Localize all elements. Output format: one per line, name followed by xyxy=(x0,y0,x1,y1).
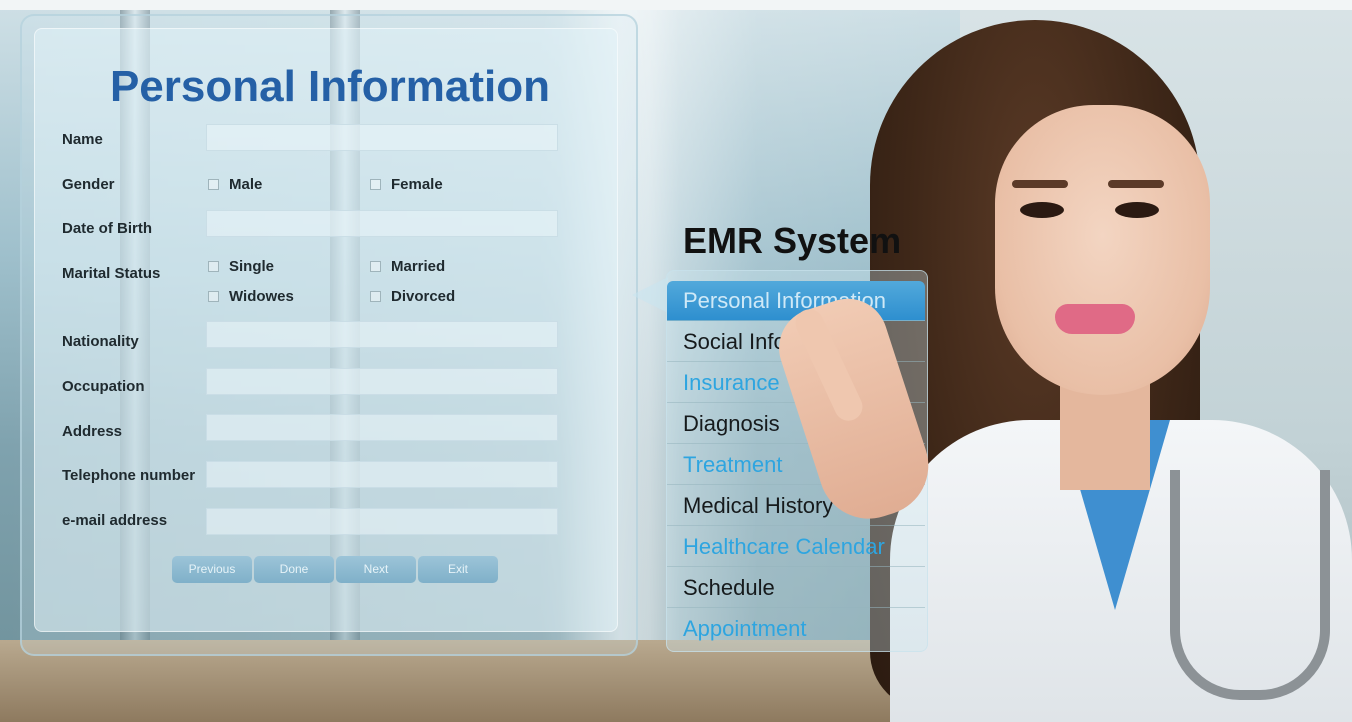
doctor-neck xyxy=(1060,380,1150,490)
address-field[interactable] xyxy=(206,414,558,441)
menu-item-healthcare-calendar[interactable]: Healthcare Calendar xyxy=(667,527,925,567)
form-title: Personal Information xyxy=(109,62,551,111)
menu-item-treatment[interactable]: Treatment xyxy=(667,445,925,485)
exit-button[interactable]: Exit xyxy=(418,556,498,583)
telephone-label: Telephone number xyxy=(62,467,196,484)
doctor-eye xyxy=(1020,202,1064,218)
gender-female-option[interactable]: Female xyxy=(370,176,443,193)
done-button[interactable]: Done xyxy=(254,556,334,583)
menu-item-appointment[interactable]: Appointment xyxy=(667,609,925,649)
menu-item-insurance[interactable]: Insurance xyxy=(667,363,925,403)
option-label: Divorced xyxy=(391,288,456,305)
doctor-lips xyxy=(1055,304,1135,334)
checkbox[interactable] xyxy=(370,261,381,272)
nationality-label: Nationality xyxy=(62,333,139,350)
email-field[interactable] xyxy=(206,508,558,535)
option-label: Widowes xyxy=(229,288,294,305)
marital-divorced-option[interactable]: Divorced xyxy=(370,288,455,305)
option-label: Male xyxy=(229,176,263,193)
option-label: Single xyxy=(229,258,275,275)
marital-single-option[interactable]: Single xyxy=(208,258,274,275)
menu-item-personal-information[interactable]: Personal Information xyxy=(667,281,925,321)
dob-field[interactable] xyxy=(206,210,558,237)
checkbox[interactable] xyxy=(370,179,381,190)
doctor-face xyxy=(995,105,1210,395)
checkbox[interactable] xyxy=(370,291,381,302)
gender-label: Gender xyxy=(62,176,115,193)
telephone-field[interactable] xyxy=(206,461,558,488)
callout-pointer xyxy=(632,277,668,313)
menu-item-schedule[interactable]: Schedule xyxy=(667,568,925,608)
next-button[interactable]: Next xyxy=(336,556,416,583)
doctor-eye xyxy=(1115,202,1159,218)
address-label: Address xyxy=(62,423,123,440)
name-label: Name xyxy=(62,131,103,148)
dob-label: Date of Birth xyxy=(62,220,152,237)
doctor-brow xyxy=(1012,180,1068,188)
name-field[interactable] xyxy=(206,124,558,151)
gender-male-option[interactable]: Male xyxy=(208,176,262,193)
occupation-field[interactable] xyxy=(206,368,558,395)
menu-item-medical-history[interactable]: Medical History xyxy=(667,486,925,526)
doctor-brow xyxy=(1108,180,1164,188)
checkbox[interactable] xyxy=(208,291,219,302)
option-label: Female xyxy=(391,176,443,193)
marital-status-label: Marital Status xyxy=(62,265,161,282)
email-label: e-mail address xyxy=(62,512,168,529)
stethoscope xyxy=(1170,470,1330,700)
menu-item-diagnosis[interactable]: Diagnosis xyxy=(667,404,925,444)
marital-married-option[interactable]: Married xyxy=(370,258,445,275)
menu-item-social-information[interactable]: Social Information xyxy=(667,322,925,362)
nationality-field[interactable] xyxy=(206,321,558,348)
previous-button[interactable]: Previous xyxy=(172,556,252,583)
occupation-label: Occupation xyxy=(62,378,145,395)
emr-system-title: EMR System xyxy=(683,220,902,261)
option-label: Married xyxy=(391,258,446,275)
marital-widowes-option[interactable]: Widowes xyxy=(208,288,294,305)
checkbox[interactable] xyxy=(208,179,219,190)
checkbox[interactable] xyxy=(208,261,219,272)
